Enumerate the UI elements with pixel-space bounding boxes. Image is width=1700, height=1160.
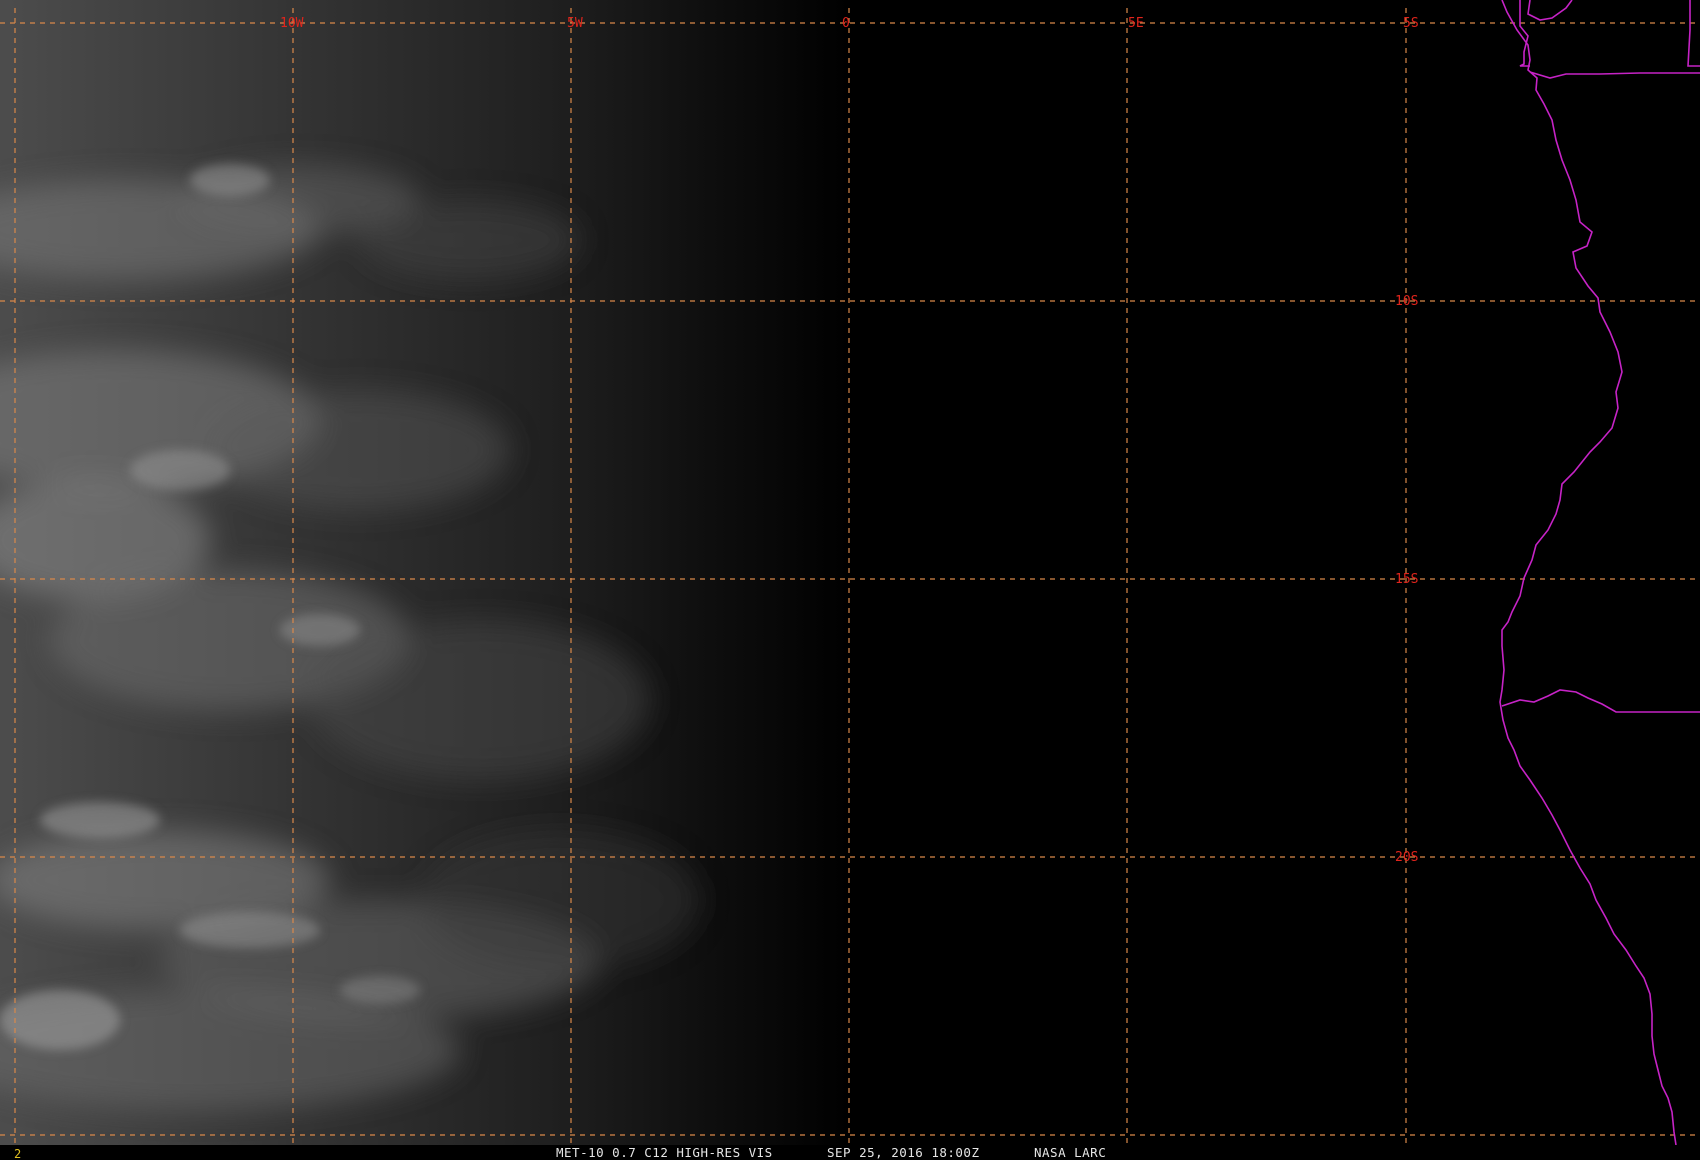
lon-label-10w: 10W	[280, 16, 304, 31]
lon-label-0: 0	[842, 16, 850, 31]
lat-label-15s: 15S	[1395, 572, 1418, 587]
caption-product: MET-10 0.7 C12 HIGH-RES VIS	[556, 1145, 773, 1160]
lat-label-5s: 5S	[1403, 16, 1419, 31]
lat-label-10s: 10S	[1395, 294, 1418, 309]
caption-source: NASA LARC	[1034, 1145, 1106, 1160]
lon-label-5w: 5W	[567, 16, 583, 31]
caption-datetime: SEP 25, 2016 18:00Z	[827, 1145, 980, 1160]
lat-label-20s: 20S	[1395, 850, 1418, 865]
frame-number: 2	[14, 1147, 21, 1160]
lon-label-5e: 5E	[1128, 16, 1144, 31]
satellite-map: 10W 5W 0 5E 5S 10S 15S 20S 2 MET-10 0.7 …	[0, 0, 1700, 1160]
satellite-image-viewer: 10W 5W 0 5E 5S 10S 15S 20S 2 MET-10 0.7 …	[0, 0, 1700, 1160]
